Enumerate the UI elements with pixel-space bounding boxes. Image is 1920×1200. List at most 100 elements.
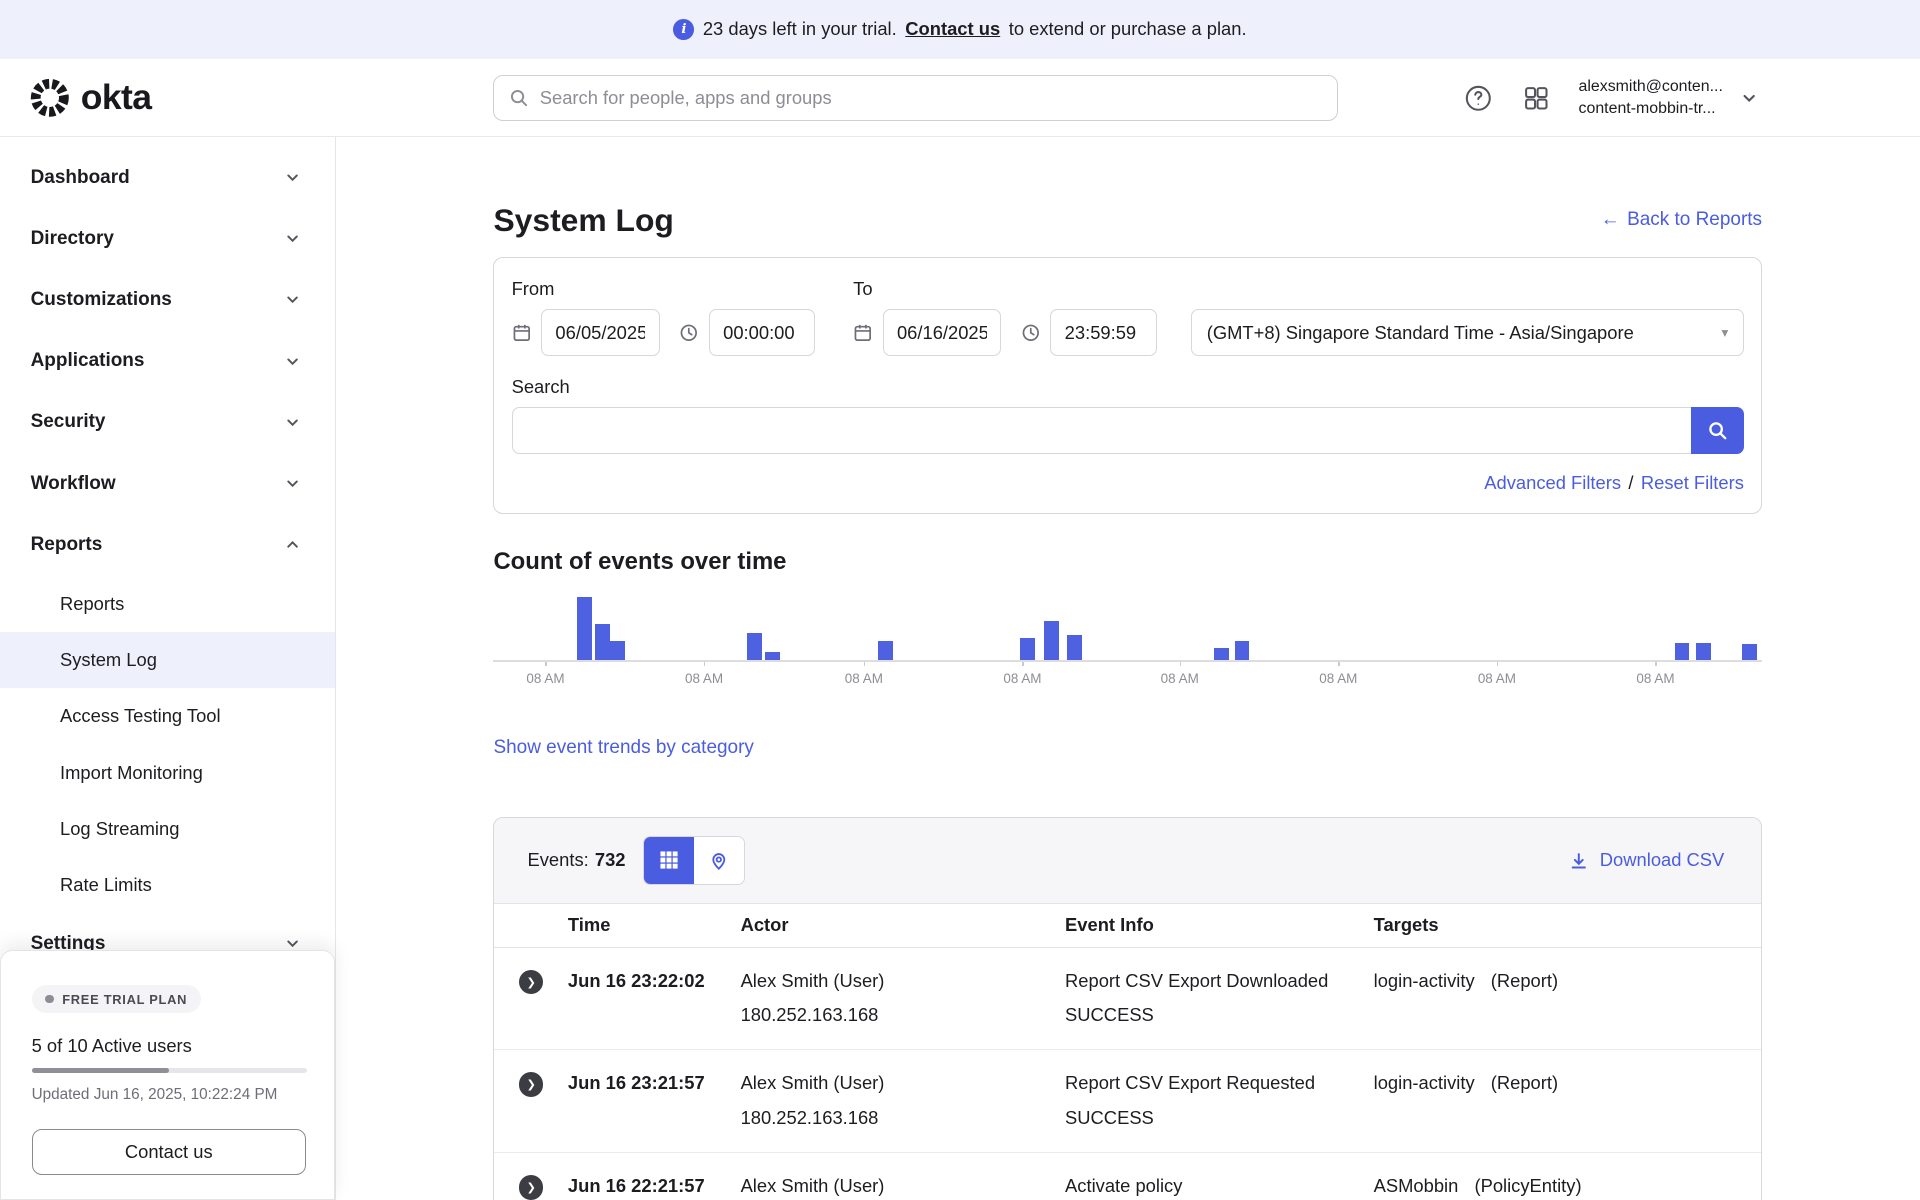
events-over-time-chart: 08 AM08 AM08 AM08 AM08 AM08 AM08 AM08 AM (493, 591, 1762, 687)
event-status: SUCCESS (1065, 1101, 1374, 1135)
banner-contact-link[interactable]: Contact us (905, 18, 1000, 40)
x-axis-tick (704, 662, 705, 667)
sidebar-subitem-label: Rate Limits (60, 874, 152, 896)
sidebar-subitem-log-streaming[interactable]: Log Streaming (0, 801, 335, 857)
header-actions: alexsmith@conten... content-mobbin-tr... (1463, 59, 1758, 137)
event-status: SUCCESS (1065, 998, 1374, 1032)
reset-filters-link[interactable]: Reset Filters (1641, 472, 1744, 494)
from-time-input[interactable] (709, 309, 816, 356)
trial-plan-badge: FREE TRIAL PLAN (32, 985, 201, 1012)
event-info: Activate policy (1065, 1169, 1374, 1200)
active-users-progress (32, 1068, 308, 1073)
table-row: ❯ Jun 16 22:21:57 Alex Smith (User) 180.… (494, 1153, 1761, 1200)
log-search-button[interactable] (1691, 407, 1744, 454)
sidebar-item-reports[interactable]: Reports (0, 514, 335, 575)
download-icon (1569, 851, 1589, 871)
expand-row-button[interactable]: ❯ (519, 970, 543, 994)
event-targets: ASMobbin (PolicyEntity) (1374, 1169, 1761, 1200)
table-row: ❯ Jun 16 23:22:02 Alex Smith (User) 180.… (494, 948, 1761, 1051)
account-org: content-mobbin-tr... (1579, 98, 1723, 120)
sidebar-subitem-rate-limits[interactable]: Rate Limits (0, 857, 335, 913)
event-targets: login-activity (Report) (1374, 1066, 1761, 1135)
sidebar-item-dashboard[interactable]: Dashboard (0, 147, 335, 208)
sidebar-item-security[interactable]: Security (0, 392, 335, 453)
map-view-button[interactable] (694, 837, 744, 884)
chevron-down-icon (1740, 89, 1758, 107)
help-icon (1463, 83, 1494, 114)
event-trends-link[interactable]: Show event trends by category (493, 737, 753, 759)
event-time: Jun 16 23:21:57 (568, 1066, 741, 1135)
event-actor: Alex Smith (User) (741, 1169, 1065, 1200)
x-axis-tick-label: 08 AM (1636, 671, 1674, 686)
sidebar-subitem-label: Import Monitoring (60, 762, 203, 784)
column-header-actor: Actor (741, 914, 1065, 936)
event-actor-ip: 180.252.163.168 (741, 1101, 1065, 1135)
calendar-icon (512, 323, 532, 343)
timezone-value: (GMT+8) Singapore Standard Time - Asia/S… (1207, 322, 1634, 344)
event-target-type: (Report) (1491, 970, 1558, 991)
search-icon (1707, 420, 1728, 441)
event-target-name: login-activity (1374, 1072, 1475, 1093)
okta-logo-mark (29, 77, 71, 119)
status-dot (45, 995, 54, 1004)
to-label: To (853, 278, 1157, 300)
okta-admin-console: i 23 days left in your trial. Contact us… (0, 0, 1920, 1200)
chart-bar (577, 597, 592, 661)
advanced-filters-link[interactable]: Advanced Filters (1484, 472, 1621, 494)
chart-bar (1235, 641, 1250, 661)
table-view-button[interactable] (644, 837, 694, 884)
account-menu[interactable]: alexsmith@conten... content-mobbin-tr... (1579, 76, 1759, 120)
sidebar-item-label: Directory (31, 228, 114, 250)
sidebar-subitem-reports[interactable]: Reports (0, 575, 335, 631)
chevron-down-icon (284, 169, 301, 186)
chart-bar (1044, 621, 1059, 660)
log-search-input[interactable] (512, 407, 1692, 454)
event-target-type: (PolicyEntity) (1474, 1175, 1581, 1196)
view-toggle (643, 836, 745, 885)
back-to-reports-link[interactable]: ← Back to Reports (1601, 209, 1762, 231)
sidebar-subitem-access-testing-tool[interactable]: Access Testing Tool (0, 688, 335, 744)
search-icon (509, 88, 529, 108)
sidebar-item-label: Security (31, 411, 106, 433)
expand-row-button[interactable]: ❯ (519, 1072, 543, 1096)
event-targets: login-activity (Report) (1374, 964, 1761, 1033)
x-axis-tick-label: 08 AM (1478, 671, 1516, 686)
apps-grid-button[interactable] (1521, 83, 1552, 114)
chart-bar (878, 641, 893, 661)
x-axis-tick (1497, 662, 1498, 667)
to-date-input[interactable] (883, 309, 1002, 356)
sidebar-item-directory[interactable]: Directory (0, 208, 335, 269)
contact-us-button[interactable]: Contact us (32, 1129, 306, 1176)
x-axis-tick (1022, 662, 1023, 667)
okta-logo[interactable]: okta (29, 59, 151, 137)
help-button[interactable] (1463, 83, 1494, 114)
from-date-input[interactable] (541, 309, 660, 356)
event-info: Report CSV Export Downloaded (1065, 964, 1374, 998)
chart-bar (1067, 635, 1082, 661)
global-search[interactable] (493, 75, 1338, 122)
x-axis-tick (864, 662, 865, 667)
chevron-down-icon (284, 475, 301, 492)
expand-row-button[interactable]: ❯ (519, 1175, 543, 1199)
sidebar-item-workflow[interactable]: Workflow (0, 453, 335, 514)
event-time: Jun 16 23:22:02 (568, 964, 741, 1033)
chart-bar (747, 633, 762, 660)
timezone-select[interactable]: (GMT+8) Singapore Standard Time - Asia/S… (1191, 309, 1744, 356)
sidebar-item-applications[interactable]: Applications (0, 331, 335, 392)
events-panel: Events: 732 (493, 817, 1762, 1200)
active-users-progress-fill (32, 1068, 170, 1073)
global-search-input[interactable] (540, 87, 1323, 109)
chart-bar (1675, 643, 1690, 660)
sidebar-subitem-system-log[interactable]: System Log (0, 632, 335, 688)
event-target-type: (Report) (1491, 1072, 1558, 1093)
from-label: From (512, 278, 816, 300)
event-actor: Alex Smith (User) (741, 964, 1065, 998)
to-time-input[interactable] (1050, 309, 1157, 356)
sidebar-item-customizations[interactable]: Customizations (0, 269, 335, 330)
active-users-text: 5 of 10 Active users (32, 1035, 303, 1057)
download-csv-link[interactable]: Download CSV (1569, 849, 1724, 871)
sidebar-subitem-import-monitoring[interactable]: Import Monitoring (0, 744, 335, 800)
x-axis-tick-label: 08 AM (845, 671, 883, 686)
back-to-reports-label: Back to Reports (1627, 209, 1762, 231)
column-header-targets: Targets (1374, 914, 1761, 936)
